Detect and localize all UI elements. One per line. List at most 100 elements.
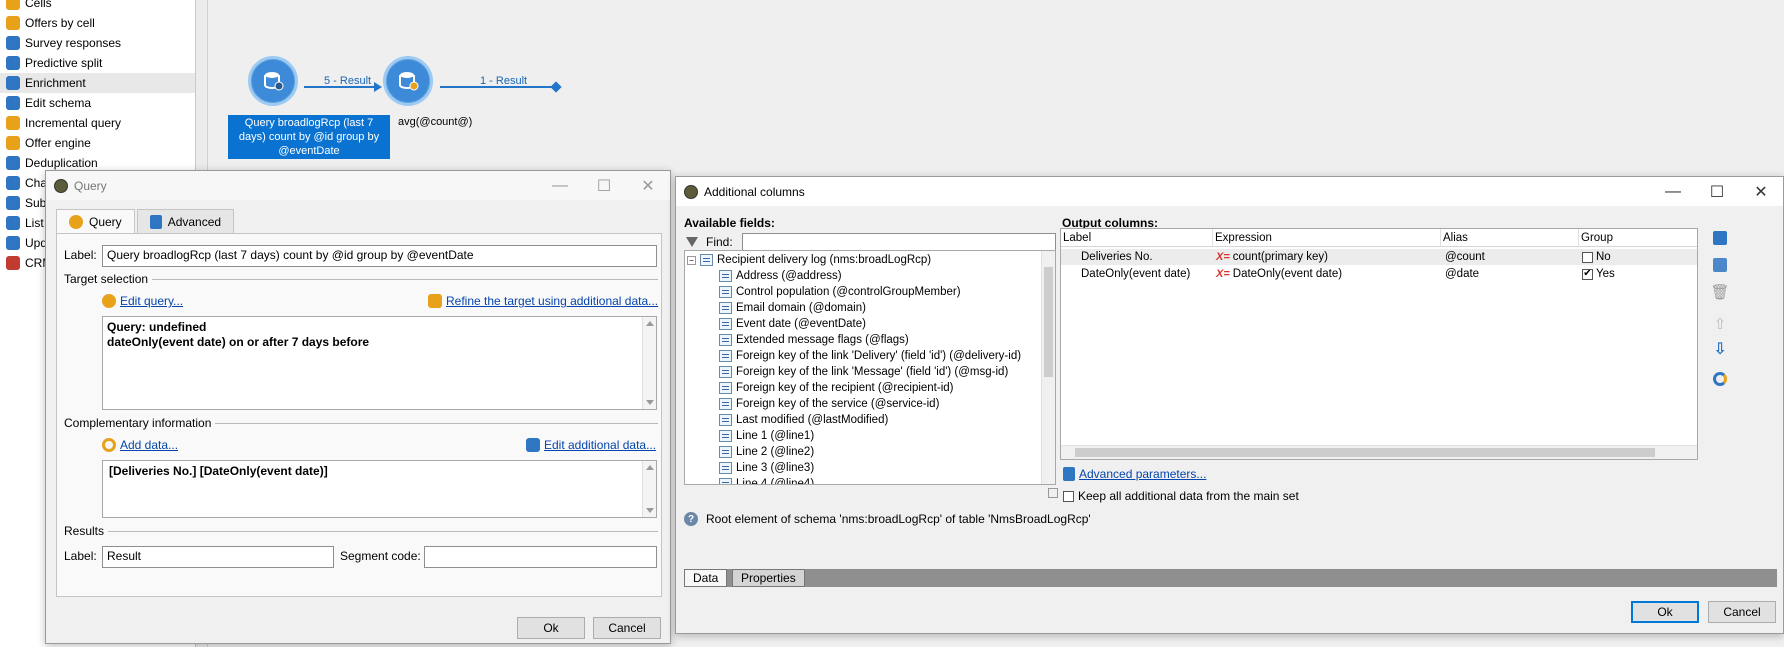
tab-advanced[interactable]: Advanced: [136, 209, 235, 233]
query-summary-box[interactable]: Query: undefined dateOnly(event date) on…: [102, 316, 657, 410]
distribution-icon[interactable]: [1711, 370, 1729, 388]
tree-item[interactable]: Line 3 (@line3): [719, 460, 814, 476]
keep-all-checkbox-row[interactable]: Keep all additional data from the main s…: [1063, 489, 1299, 503]
tree-item-label: Line 4 (@line4): [736, 478, 815, 485]
tree-scroll-thumb[interactable]: [1044, 267, 1053, 377]
grid-header-label[interactable]: Label: [1061, 229, 1213, 247]
palette-item[interactable]: Offer engine: [0, 133, 195, 153]
edit-query-link[interactable]: Edit query...: [102, 294, 183, 308]
grid-cell-expression[interactable]: X= DateOnly(event date): [1216, 266, 1342, 282]
collapse-icon[interactable]: −: [687, 255, 696, 265]
label-caption: Label:: [64, 248, 97, 262]
edit-column-icon[interactable]: [1711, 256, 1729, 274]
refine-target-link[interactable]: Refine the target using additional data.…: [428, 294, 658, 308]
palette-item[interactable]: Offers by cell: [0, 13, 195, 33]
additional-cancel-button[interactable]: Cancel: [1708, 601, 1776, 623]
palette-item[interactable]: Survey responses: [0, 33, 195, 53]
grid-header-expression[interactable]: Expression: [1213, 229, 1441, 247]
edit-additional-data-link-text[interactable]: Edit additional data...: [544, 438, 656, 452]
refine-target-link-text[interactable]: Refine the target using additional data.…: [446, 294, 658, 308]
tree-item[interactable]: Line 4 (@line4): [719, 476, 815, 485]
advanced-parameters-link[interactable]: Advanced parameters...: [1063, 467, 1206, 481]
palette-item[interactable]: Enrichment: [0, 73, 195, 93]
group-checkbox[interactable]: [1582, 251, 1593, 263]
palette-item[interactable]: Incremental query: [0, 113, 195, 133]
query-node-label[interactable]: Query broadlogRcp (last 7 days) count by…: [228, 115, 390, 159]
tree-root-node[interactable]: − Recipient delivery log (nms:broadLogRc…: [687, 252, 931, 268]
enrichment-activity-node[interactable]: [383, 56, 433, 106]
tab-query[interactable]: Query: [56, 209, 135, 233]
tree-item[interactable]: Foreign key of the link 'Delivery' (fiel…: [719, 348, 1021, 364]
palette-item[interactable]: Edit schema: [0, 93, 195, 113]
complementary-heading: Complementary information: [64, 416, 212, 430]
grid-cell-alias[interactable]: @date: [1445, 266, 1479, 282]
minimize-button[interactable]: —: [1651, 177, 1695, 206]
tree-item[interactable]: Address (@address): [719, 268, 842, 284]
tree-item[interactable]: Foreign key of the service (@service-id): [719, 396, 939, 412]
close-button[interactable]: ✕: [626, 171, 670, 200]
workflow-canvas[interactable]: 5 - Result 1 - Result Query broadlogRcp …: [208, 0, 1784, 175]
query-summary-scrollbar[interactable]: [642, 317, 656, 409]
activity-icon: [6, 56, 20, 70]
additional-data-summary-box[interactable]: [Deliveries No.] [DateOnly(event date)]: [102, 460, 657, 518]
tree-scrollbar[interactable]: [1041, 251, 1055, 484]
available-fields-tree[interactable]: − Recipient delivery log (nms:broadLogRc…: [684, 250, 1056, 485]
tree-resize-grip-icon[interactable]: [1048, 488, 1058, 498]
grid-horizontal-scrollbar[interactable]: [1061, 445, 1697, 459]
tree-item[interactable]: Control population (@controlGroupMember): [719, 284, 961, 300]
grid-cell-group[interactable]: ✔ Yes: [1582, 266, 1615, 282]
tree-item[interactable]: Line 2 (@line2): [719, 444, 814, 460]
grid-header-group[interactable]: Group: [1579, 229, 1697, 247]
tree-item[interactable]: Foreign key of the link 'Message' (field…: [719, 364, 1008, 380]
additional-summary-scrollbar[interactable]: [642, 461, 656, 517]
close-button[interactable]: ✕: [1739, 177, 1783, 206]
segment-code-input[interactable]: [424, 546, 657, 568]
move-up-icon[interactable]: ⇧: [1711, 315, 1729, 333]
grid-cell-label[interactable]: DateOnly(event date): [1081, 266, 1190, 282]
keep-all-checkbox[interactable]: [1063, 490, 1074, 502]
output-columns-grid[interactable]: Label Expression Alias Group Deliveries …: [1060, 228, 1698, 460]
query-activity-node[interactable]: [248, 56, 298, 106]
results-label-input[interactable]: Result: [102, 546, 334, 568]
additional-ok-button[interactable]: Ok: [1631, 601, 1699, 623]
grid-cell-group[interactable]: No: [1582, 249, 1611, 265]
grid-cell-alias[interactable]: @count: [1445, 249, 1485, 265]
field-icon: [719, 478, 732, 484]
label-input[interactable]: Query broadlogRcp (last 7 days) count by…: [102, 245, 657, 267]
add-data-link-text[interactable]: Add data...: [120, 438, 178, 452]
move-down-icon[interactable]: ⇩: [1711, 340, 1729, 358]
tree-item[interactable]: Foreign key of the recipient (@recipient…: [719, 380, 954, 396]
tree-item[interactable]: Line 1 (@line1): [719, 428, 814, 444]
grid-cell-label[interactable]: Deliveries No.: [1081, 249, 1153, 265]
query-cancel-button[interactable]: Cancel: [593, 617, 661, 639]
tree-item[interactable]: Last modified (@lastModified): [719, 412, 888, 428]
tree-item[interactable]: Event date (@eventDate): [719, 316, 866, 332]
additional-columns-titlebar[interactable]: Additional columns: [676, 177, 1783, 206]
tab-properties[interactable]: Properties: [732, 569, 805, 587]
query-tabs: Query Advanced: [56, 209, 236, 233]
query-ok-button[interactable]: Ok: [517, 617, 585, 639]
maximize-button[interactable]: ☐: [1695, 177, 1739, 206]
minimize-button[interactable]: —: [538, 171, 582, 200]
advanced-parameters-link-text[interactable]: Advanced parameters...: [1079, 467, 1206, 481]
grid-cell-label-text: Deliveries No.: [1081, 251, 1153, 263]
group-checkbox[interactable]: ✔: [1582, 268, 1593, 280]
edit-additional-data-link[interactable]: Edit additional data...: [526, 438, 656, 452]
enrichment-node-label[interactable]: avg(@count@): [398, 115, 472, 129]
grid-cell-expression[interactable]: X= count(primary key): [1216, 249, 1328, 265]
palette-item[interactable]: Predictive split: [0, 53, 195, 73]
palette-item[interactable]: Cells: [0, 0, 195, 13]
edit-query-link-text[interactable]: Edit query...: [120, 294, 183, 308]
grid-header-alias[interactable]: Alias: [1441, 229, 1579, 247]
tree-item[interactable]: Email domain (@domain): [719, 300, 866, 316]
add-column-icon[interactable]: [1711, 229, 1729, 247]
tree-item[interactable]: Extended message flags (@flags): [719, 332, 909, 348]
add-data-link[interactable]: Add data...: [102, 438, 178, 452]
activity-icon: [6, 256, 20, 270]
maximize-button[interactable]: ☐: [582, 171, 626, 200]
delete-icon[interactable]: 🗑: [1710, 283, 1729, 301]
tab-data[interactable]: Data: [684, 569, 728, 587]
grid-scroll-thumb[interactable]: [1075, 448, 1655, 457]
expression-icon: X=: [1216, 268, 1230, 280]
clipboard-icon: [1063, 467, 1075, 481]
